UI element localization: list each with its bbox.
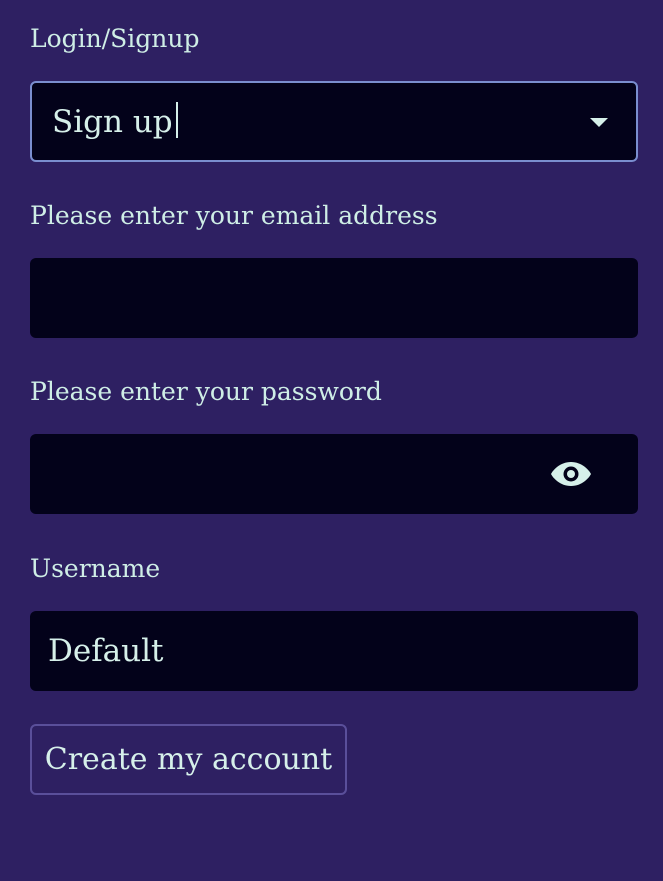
username-field[interactable]: Default (30, 611, 638, 691)
password-field[interactable] (30, 434, 638, 514)
eye-icon[interactable] (550, 460, 592, 488)
chevron-down-icon[interactable] (590, 117, 608, 127)
username-value: Default (48, 633, 164, 669)
username-label: Username (30, 554, 161, 583)
email-field[interactable] (30, 258, 638, 338)
password-label: Please enter your password (30, 377, 382, 406)
mode-select-value-wrap: Sign up (52, 102, 178, 140)
email-label: Please enter your email address (30, 201, 438, 230)
create-account-button[interactable]: Create my account (30, 724, 347, 795)
text-cursor (175, 102, 178, 138)
mode-select-value: Sign up (52, 103, 173, 140)
mode-select[interactable]: Sign up (30, 81, 638, 162)
mode-label: Login/Signup (30, 24, 200, 53)
